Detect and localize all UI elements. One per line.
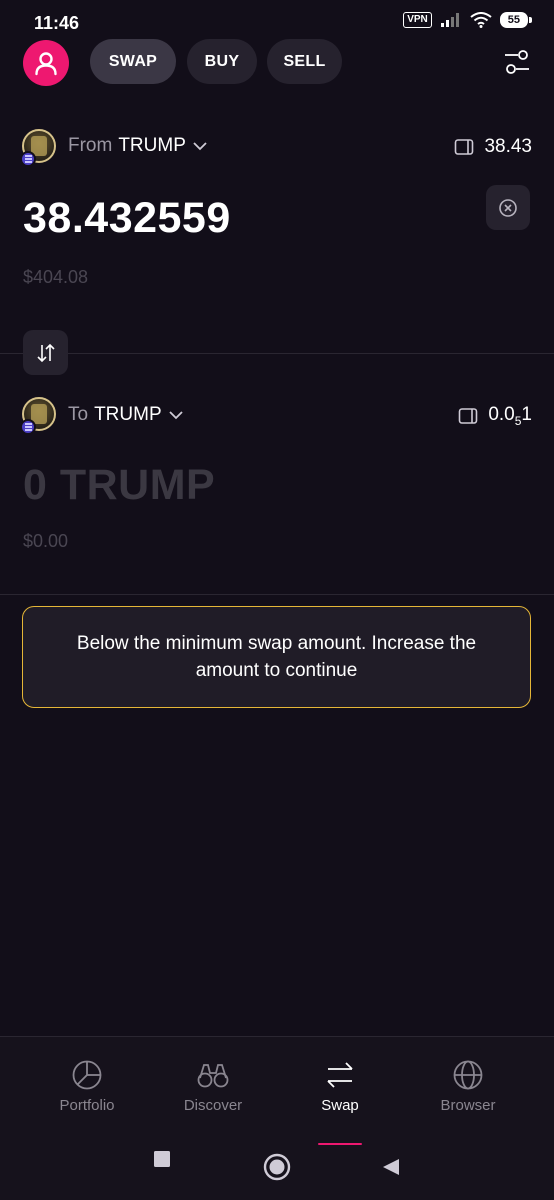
battery-icon: 55	[499, 12, 532, 28]
wifi-icon	[470, 12, 492, 28]
min-amount-warning: Below the minimum swap amount. Increase …	[22, 606, 531, 708]
switch-direction-button[interactable]	[23, 330, 68, 375]
home-button[interactable]	[263, 1153, 291, 1181]
chevron-down-icon	[169, 411, 183, 420]
to-balance[interactable]: 0.051	[458, 404, 532, 428]
nav-browser-label: Browser	[440, 1097, 496, 1114]
to-balance-value: 0.051	[488, 404, 532, 428]
tab-buy[interactable]: BUY	[187, 39, 257, 84]
to-amount: 0 TRUMP	[23, 461, 216, 509]
nav-swap[interactable]: Swap	[285, 1059, 395, 1114]
close-circle-icon	[499, 198, 517, 217]
from-balance[interactable]: 38.43	[454, 136, 532, 158]
settings-sliders-icon[interactable]	[504, 48, 530, 76]
to-token-symbol: TRUMP	[94, 404, 162, 425]
to-label: To	[68, 404, 89, 425]
swap-vertical-icon	[36, 343, 55, 362]
pie-chart-icon	[72, 1060, 102, 1090]
clear-amount-button[interactable]	[486, 185, 530, 230]
profile-avatar-button[interactable]	[23, 40, 69, 86]
binoculars-icon	[197, 1064, 229, 1088]
status-time: 11:46	[34, 13, 80, 33]
tab-swap[interactable]: SWAP	[90, 39, 176, 84]
battery-level: 55	[499, 12, 528, 28]
nav-portfolio[interactable]: Portfolio	[32, 1059, 142, 1114]
recents-button[interactable]	[153, 1150, 171, 1168]
chevron-down-icon	[193, 142, 207, 151]
to-token-logo[interactable]	[20, 397, 56, 435]
from-token-logo[interactable]	[20, 129, 56, 167]
solana-chain-icon	[20, 419, 36, 435]
nav-swap-label: Swap	[321, 1097, 359, 1114]
nav-discover[interactable]: Discover	[158, 1059, 268, 1114]
active-tab-indicator	[318, 1143, 362, 1145]
section-divider	[0, 353, 554, 354]
globe-icon	[453, 1060, 483, 1090]
signal-icon	[440, 13, 459, 27]
swap-arrows-icon	[327, 1062, 353, 1088]
to-fiat-value: $0.00	[23, 531, 69, 551]
to-token-selector[interactable]: To TRUMP	[68, 404, 184, 426]
solana-chain-icon	[20, 151, 36, 167]
from-fiat-value: $404.08	[23, 267, 89, 287]
from-balance-value: 38.43	[484, 136, 532, 157]
tab-sell[interactable]: SELL	[267, 39, 342, 84]
section-divider	[0, 594, 554, 595]
wallet-icon	[455, 139, 474, 155]
from-token-selector[interactable]: From TRUMP	[68, 135, 208, 157]
vpn-badge: VPN	[403, 12, 432, 28]
nav-discover-label: Discover	[183, 1097, 243, 1114]
status-icons: VPN 55	[403, 12, 532, 28]
from-amount-input[interactable]: 38.432559	[23, 194, 231, 243]
user-icon	[35, 52, 57, 76]
from-label: From	[68, 135, 113, 156]
nav-portfolio-label: Portfolio	[59, 1097, 115, 1114]
from-token-symbol: TRUMP	[118, 135, 186, 156]
wallet-icon	[459, 408, 478, 424]
nav-browser[interactable]: Browser	[413, 1059, 523, 1114]
back-button[interactable]	[381, 1157, 401, 1177]
